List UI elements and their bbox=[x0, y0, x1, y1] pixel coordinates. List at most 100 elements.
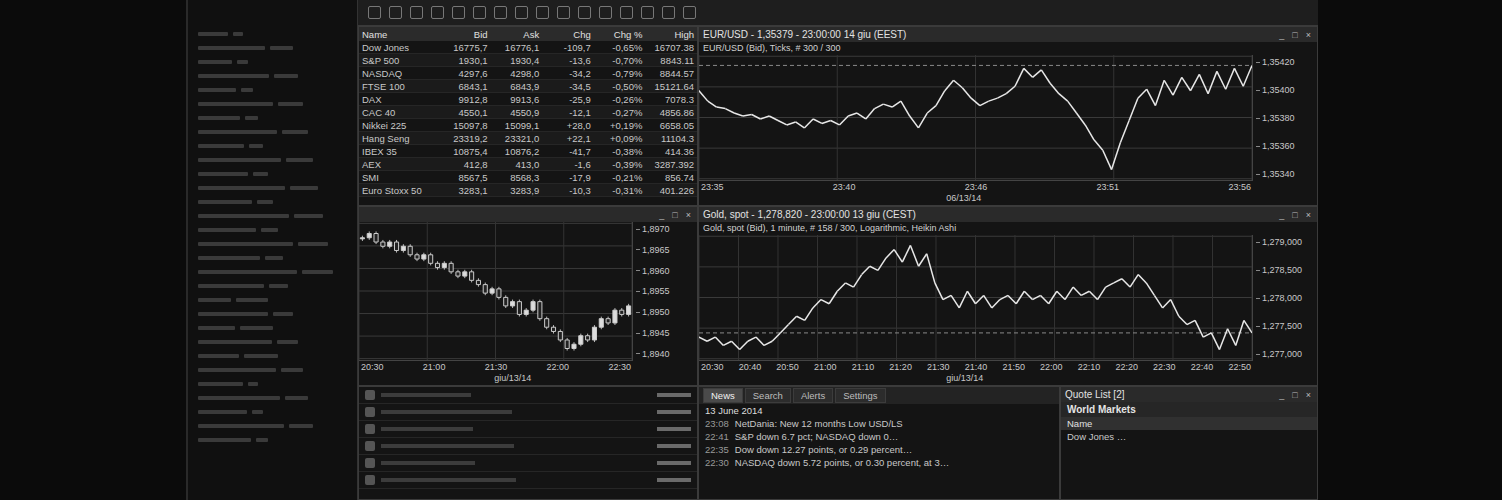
plot-area[interactable] bbox=[359, 222, 633, 361]
sidebar-row[interactable] bbox=[198, 100, 347, 108]
sidebar-row[interactable] bbox=[198, 142, 347, 150]
sidebar-row[interactable] bbox=[198, 394, 347, 402]
sidebar-row[interactable] bbox=[198, 114, 347, 122]
window-button[interactable]: × bbox=[1304, 30, 1313, 40]
tool-icon[interactable] bbox=[620, 6, 633, 19]
column-header[interactable]: Name bbox=[359, 27, 439, 41]
window-button[interactable]: _ bbox=[1277, 390, 1286, 400]
window-button[interactable]: _ bbox=[1277, 30, 1286, 40]
sidebar-row[interactable] bbox=[198, 198, 347, 206]
column-header[interactable]: Ask bbox=[491, 27, 543, 41]
sidebar-row[interactable] bbox=[198, 422, 347, 430]
plot-area[interactable] bbox=[699, 55, 1253, 181]
sidebar-row[interactable] bbox=[198, 170, 347, 178]
tool-icon[interactable] bbox=[368, 6, 381, 19]
sidebar-row[interactable] bbox=[198, 408, 347, 416]
sidebar-row[interactable] bbox=[198, 436, 347, 444]
sidebar-row[interactable] bbox=[198, 338, 347, 346]
tool-icon[interactable] bbox=[494, 6, 507, 19]
window-button[interactable]: × bbox=[684, 210, 693, 220]
sidebar-row[interactable] bbox=[198, 184, 347, 192]
tool-icon[interactable] bbox=[515, 6, 528, 19]
sidebar-row[interactable] bbox=[198, 72, 347, 80]
quote-list-tab[interactable]: World Markets bbox=[1061, 402, 1317, 417]
window-button[interactable]: _ bbox=[657, 210, 666, 220]
sidebar-row[interactable] bbox=[198, 212, 347, 220]
sidebar-row[interactable] bbox=[198, 156, 347, 164]
column-header[interactable]: Chg % bbox=[594, 27, 646, 41]
tool-icon[interactable] bbox=[578, 6, 591, 19]
sidebar-row[interactable] bbox=[198, 58, 347, 66]
news-tab[interactable]: Alerts bbox=[793, 388, 833, 403]
window-button[interactable]: □ bbox=[670, 210, 679, 220]
sidebar-row[interactable] bbox=[198, 30, 347, 38]
table-row[interactable]: NASDAQ4297,64298,0-34,2-0,79%8844.57 bbox=[359, 67, 697, 80]
table-row[interactable]: FTSE 1006843,16843,9-34,5-0,50%15121.64 bbox=[359, 80, 697, 93]
sidebar-row[interactable] bbox=[198, 226, 347, 234]
news-tab[interactable]: Search bbox=[745, 388, 791, 403]
tool-icon[interactable] bbox=[431, 6, 444, 19]
window-button[interactable]: × bbox=[1304, 210, 1313, 220]
sidebar-row[interactable] bbox=[198, 366, 347, 374]
table-row[interactable]: AEX412,8413,0-1,6-0,39%3287.392 bbox=[359, 158, 697, 171]
table-row[interactable]: DAX9912,89913,6-25,9-0,26%7078.3 bbox=[359, 93, 697, 106]
news-item[interactable]: 22:41S&P down 6.7 pct; NASDAQ down 0… bbox=[699, 430, 1059, 443]
instrument-row[interactable] bbox=[359, 387, 697, 404]
sidebar-row[interactable] bbox=[198, 86, 347, 94]
plot-area[interactable] bbox=[699, 235, 1253, 361]
table-row[interactable]: Nikkei 22515097,815099,1+28,0+0,19%6658.… bbox=[359, 119, 697, 132]
sidebar-row[interactable] bbox=[198, 352, 347, 360]
candle bbox=[381, 242, 385, 246]
instrument-row[interactable] bbox=[359, 438, 697, 455]
sidebar-row[interactable] bbox=[198, 240, 347, 248]
column-header[interactable]: High bbox=[645, 27, 697, 41]
news-item[interactable]: 22:30NASDAQ down 5.72 points, or 0.30 pe… bbox=[699, 456, 1059, 469]
grid-line bbox=[495, 222, 496, 360]
tool-icon[interactable] bbox=[452, 6, 465, 19]
column-header[interactable]: Bid bbox=[439, 27, 491, 41]
chart-canvas[interactable] bbox=[699, 55, 1252, 180]
chart-canvas[interactable] bbox=[359, 222, 632, 360]
tool-icon[interactable] bbox=[641, 6, 654, 19]
sidebar-row[interactable] bbox=[198, 310, 347, 318]
news-item[interactable]: 23:08NetDania: New 12 months Low USD/LS bbox=[699, 417, 1059, 430]
window-button[interactable]: _ bbox=[1277, 210, 1286, 220]
news-tab[interactable]: News bbox=[703, 388, 743, 403]
instrument-row[interactable] bbox=[359, 455, 697, 472]
sidebar-row[interactable] bbox=[198, 44, 347, 52]
window-button[interactable]: × bbox=[1304, 390, 1313, 400]
table-row[interactable]: CAC 404550,14550,9-12,1-0,27%4856.86 bbox=[359, 106, 697, 119]
sidebar-row[interactable] bbox=[198, 380, 347, 388]
table-row[interactable]: Euro Stoxx 503283,13283,9-10,3-0,31%401.… bbox=[359, 184, 697, 197]
sidebar-row[interactable] bbox=[198, 268, 347, 276]
tool-icon[interactable] bbox=[536, 6, 549, 19]
table-row[interactable]: S&P 5001930,11930,4-13,6-0,70%8843.11 bbox=[359, 54, 697, 67]
tool-icon[interactable] bbox=[473, 6, 486, 19]
sidebar-row[interactable] bbox=[198, 296, 347, 304]
table-row[interactable]: SMI8567,58568,3-17,9-0,21%856.74 bbox=[359, 171, 697, 184]
tool-icon[interactable] bbox=[410, 6, 423, 19]
instrument-row[interactable] bbox=[359, 421, 697, 438]
sidebar-row[interactable] bbox=[198, 324, 347, 332]
window-button[interactable]: □ bbox=[1290, 30, 1299, 40]
sidebar-row[interactable] bbox=[198, 254, 347, 262]
tool-icon[interactable] bbox=[683, 6, 696, 19]
window-button[interactable]: □ bbox=[1290, 210, 1299, 220]
instrument-row[interactable] bbox=[359, 404, 697, 421]
tool-icon[interactable] bbox=[599, 6, 612, 19]
table-row[interactable]: Hang Seng23319,223321,0+22,1+0,09%11104.… bbox=[359, 132, 697, 145]
instrument-row[interactable] bbox=[359, 472, 697, 489]
tool-icon[interactable] bbox=[662, 6, 675, 19]
window-button[interactable]: □ bbox=[1290, 390, 1299, 400]
tool-icon[interactable] bbox=[389, 6, 402, 19]
column-header[interactable]: Chg bbox=[542, 27, 594, 41]
quote-list-row[interactable]: Dow Jones … bbox=[1061, 430, 1317, 443]
news-item[interactable]: 22:35Dow down 12.27 points, or 0.29 perc… bbox=[699, 443, 1059, 456]
tool-icon[interactable] bbox=[557, 6, 570, 19]
table-row[interactable]: Dow Jones16775,716776,1-109,7-0,65%16707… bbox=[359, 41, 697, 54]
table-row[interactable]: IBEX 3510875,410876,2-41,7-0,38%414.36 bbox=[359, 145, 697, 158]
sidebar-row[interactable] bbox=[198, 282, 347, 290]
chart-canvas[interactable] bbox=[699, 235, 1252, 360]
news-tab[interactable]: Settings bbox=[835, 388, 885, 403]
sidebar-row[interactable] bbox=[198, 128, 347, 136]
